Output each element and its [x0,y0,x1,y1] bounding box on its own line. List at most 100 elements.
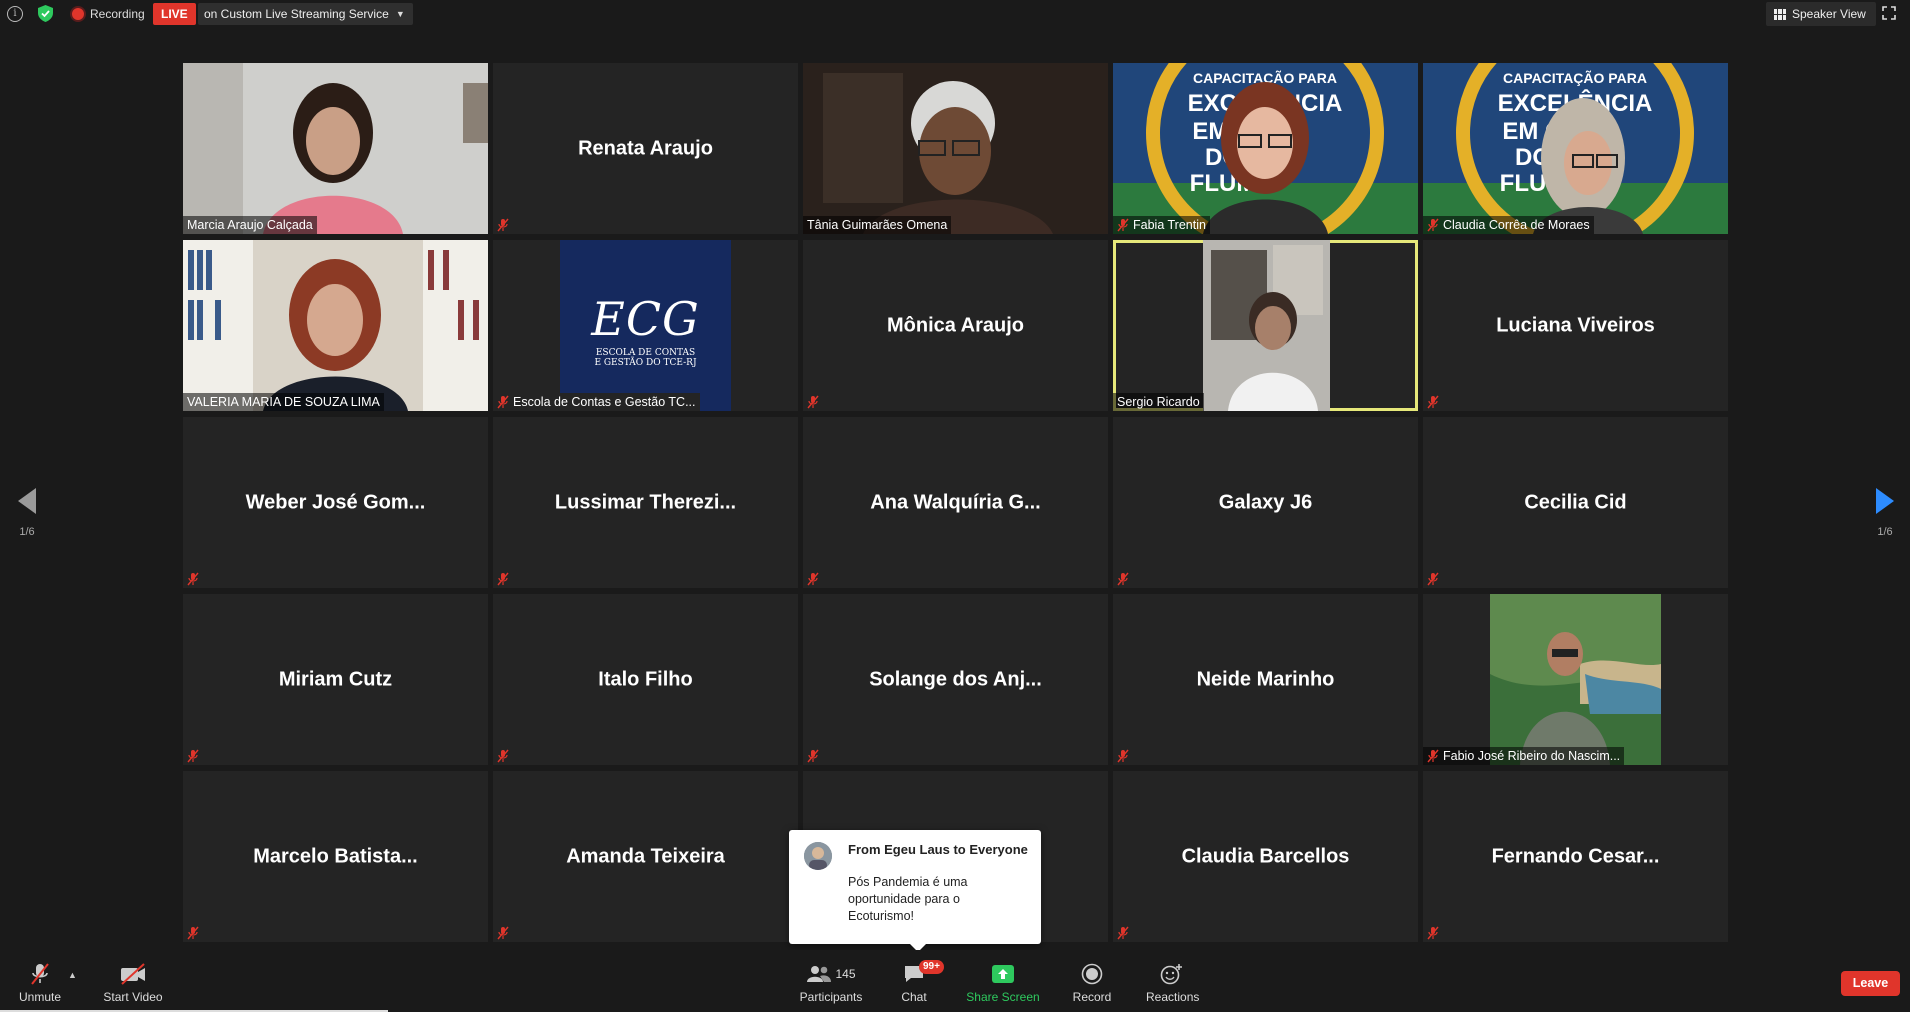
unmute-button[interactable]: Unmute [16,962,64,1004]
participant-name-label: Tânia Guimarães Omena [803,216,952,234]
leave-button[interactable]: Leave [1841,971,1900,996]
participant-tile[interactable]: Miriam Cutz [183,594,488,765]
muted-mic-icon [497,395,509,409]
participant-name-label: Marcia Araujo Calçada [183,216,317,234]
audio-options-caret-icon[interactable]: ▲ [68,970,77,980]
live-stream-target-dropdown[interactable]: on Custom Live Streaming Service ▼ [198,3,413,25]
participant-tile[interactable]: CAPACITAÇÃO PARAEXCELÊNCIAEM GDOFLUMFabi… [1113,63,1418,234]
info-icon[interactable]: i [7,6,23,22]
participant-tile[interactable]: Weber José Gom... [183,417,488,588]
page-indicator-right: 1/6 [1877,526,1893,538]
muted-mic-icon [1117,218,1129,232]
participant-name: Miriam Cutz [278,668,393,690]
reactions-label: Reactions [1146,990,1200,1004]
participant-tile[interactable]: Ana Walquíria G... [803,417,1108,588]
participant-tile[interactable]: Marcia Araujo Calçada [183,63,488,234]
participants-icon: 145 [796,962,866,986]
svg-text:CAPACITAÇÃO PARA: CAPACITAÇÃO PARA [1503,69,1647,86]
caret-down-icon: ▼ [395,9,405,19]
view-grid-icon [1774,8,1786,20]
participant-tile[interactable]: Galaxy J6 [1113,417,1418,588]
participant-tile[interactable]: Luciana Viveiros [1423,240,1728,411]
participant-name: Italo Filho [598,668,693,690]
reactions-button[interactable]: Reactions [1146,962,1200,1004]
participant-tile[interactable]: Claudia Barcellos [1113,771,1418,942]
participant-name: Galaxy J6 [1218,491,1313,513]
participant-name: Cecilia Cid [1524,491,1627,513]
participant-tile[interactable]: Marcelo Batista... [183,771,488,942]
start-video-button[interactable]: Start Video [100,962,166,1004]
chat-button[interactable]: Chat 99+ [899,960,944,1004]
ecg-logo: ECG ESCOLA DE CONTAS E GESTÃO DO TCE-RJ [560,240,731,411]
participant-tile[interactable]: Sergio Ricardo [1113,240,1418,411]
unmute-label: Unmute [18,990,62,1004]
recording-label: Recording [90,7,145,21]
participant-tile[interactable]: VALERIA MARIA DE SOUZA LIMA [183,240,488,411]
muted-mic-icon [1117,572,1129,586]
start-video-label: Start Video [103,990,163,1004]
recording-indicator[interactable]: Recording [72,5,145,23]
participant-tile[interactable]: Amanda Teixeira [493,771,798,942]
participant-tile[interactable]: Tânia Guimarães Omena [803,63,1108,234]
participant-tile[interactable]: Fabio José Ribeiro do Nascim... [1423,594,1728,765]
participant-name: Mônica Araujo [886,314,1025,336]
record-label: Record [1072,990,1112,1004]
gallery-grid: Marcia Araujo Calçada Renata Araujo Tânia … [183,63,1728,942]
participant-tile[interactable]: Mônica Araujo [803,240,1108,411]
participants-count: 145 [835,967,856,981]
participant-tile[interactable]: Cecilia Cid [1423,417,1728,588]
record-button[interactable]: Record [1072,962,1112,1004]
chat-label: Chat [901,990,927,1004]
previous-page-button[interactable]: 1/6 [12,488,42,548]
speaker-view-button[interactable]: Speaker View [1766,2,1876,26]
participant-name-label: Fabia Trentin [1113,216,1210,234]
participant-name: Lussimar Therezi... [554,491,737,513]
next-page-button[interactable]: 1/6 [1870,488,1900,548]
encryption-shield-icon[interactable] [38,5,53,22]
meeting-top-bar: i Recording LIVE on Custom Live Streamin… [0,0,1910,30]
chat-notification-popup[interactable]: From Egeu Laus to Everyone Pós Pandemia … [789,830,1041,952]
meeting-toolbar: Unmute ▲ Start Video 145 Participants Ch… [0,950,1910,1012]
participant-tile[interactable]: Fernando Cesar... [1423,771,1728,942]
participant-video: CAPACITAÇÃO PARAEXCELÊNCIAEM GDOFLUM [1113,63,1418,234]
participant-tile[interactable]: Solange dos Anj... [803,594,1108,765]
participant-video [183,63,488,234]
participant-tile[interactable]: CAPACITAÇÃO PARAEXCELÊNCIAEM GDOFLUMClau… [1423,63,1728,234]
participant-tile[interactable]: Lussimar Therezi... [493,417,798,588]
muted-mic-icon [1427,395,1439,409]
participant-video [1203,240,1330,411]
fullscreen-icon[interactable] [1882,6,1896,20]
participant-name: Solange dos Anj... [869,668,1042,690]
participant-tile[interactable]: Neide Marinho [1113,594,1418,765]
participant-tile[interactable]: Italo Filho [493,594,798,765]
muted-mic-icon [1117,749,1129,763]
muted-mic-icon [1427,572,1439,586]
participant-name: Tânia Guimarães Omena [807,218,948,232]
muted-mic-icon [1427,926,1439,940]
participants-label: Participants [799,990,863,1004]
muted-mic-icon [807,749,819,763]
participant-video [183,240,488,411]
muted-mic-icon [187,572,199,586]
participant-name: Luciana Viveiros [1496,314,1655,336]
participant-name: Escola de Contas e Gestão TC... [513,395,696,409]
participant-video [803,63,1108,234]
record-icon [1072,962,1112,986]
live-stream-target-label: on Custom Live Streaming Service [204,7,389,21]
participant-name: Weber José Gom... [245,491,426,513]
share-screen-button[interactable]: Share Screen [966,962,1040,1004]
participant-name: Fernando Cesar... [1491,845,1660,867]
participant-name: Fabio José Ribeiro do Nascim... [1443,749,1621,763]
video-off-icon [100,962,166,986]
participant-name: Ana Walquíria G... [870,491,1041,513]
participant-tile[interactable]: ECG ESCOLA DE CONTAS E GESTÃO DO TCE-RJ Esc… [493,240,798,411]
participant-tile[interactable]: Renata Araujo [493,63,798,234]
muted-microphone-icon [16,962,64,986]
participant-name-label: Claudia Corrêa de Moraes [1423,216,1594,234]
participants-button[interactable]: 145 Participants [796,962,866,1004]
sender-avatar [804,842,832,870]
muted-mic-icon [497,572,509,586]
participant-name-label: Escola de Contas e Gestão TC... [493,393,700,411]
muted-mic-icon [1117,926,1129,940]
participant-name: Marcelo Batista... [253,845,418,867]
